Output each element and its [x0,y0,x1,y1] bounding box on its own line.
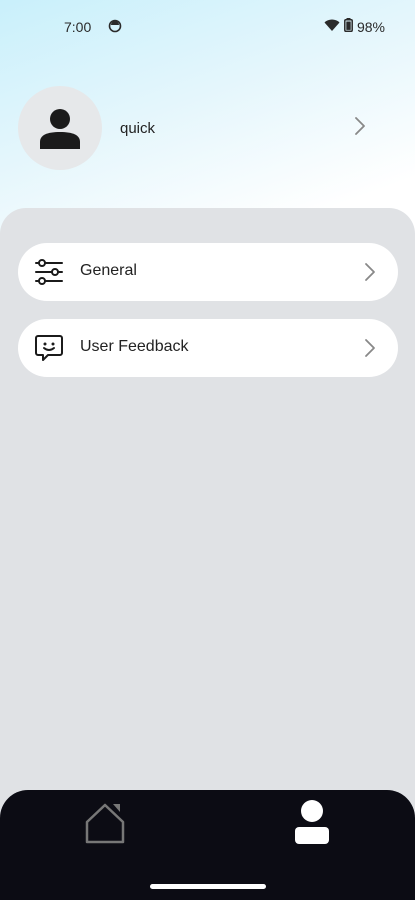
chevron-right-icon [364,338,376,363]
chevron-right-icon [354,116,366,141]
profile-row[interactable]: quick [18,86,378,170]
status-bar: 7:00 98% [0,0,415,56]
chevron-right-icon [364,262,376,287]
user-icon [40,109,80,149]
menu-item-general[interactable]: General [18,243,398,301]
menu-item-user-feedback[interactable]: User Feedback [18,319,398,377]
nav-user-icon[interactable] [290,798,334,846]
settings-panel: General User Feedback [0,208,415,828]
menu-item-label: User Feedback [80,338,189,355]
battery-icon [344,18,353,35]
gesture-bar [150,884,266,889]
status-right: 98% [324,18,385,35]
feedback-chat-icon [34,333,64,363]
status-time: 7:00 [64,19,92,35]
bottom-nav [0,790,415,900]
menu-item-label: General [80,262,137,279]
wifi-icon [324,19,340,35]
sliders-icon [34,257,64,287]
nav-home-icon[interactable] [82,800,128,846]
dnd-icon [108,19,122,36]
username: quick [120,119,156,137]
avatar [18,86,102,170]
battery-percent: 98% [356,18,385,35]
